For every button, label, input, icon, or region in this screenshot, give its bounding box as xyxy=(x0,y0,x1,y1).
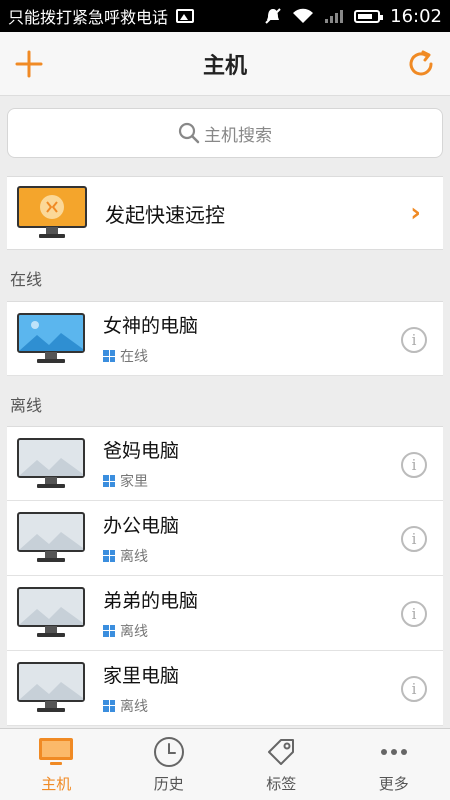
windows-icon xyxy=(103,624,115,637)
windows-icon xyxy=(103,350,115,362)
info-icon[interactable]: i xyxy=(401,601,427,627)
windows-icon xyxy=(103,699,115,712)
host-row[interactable]: 爸妈电脑 家里 i xyxy=(7,426,443,501)
host-status: 在线 xyxy=(120,349,148,365)
status-bar: 只能拨打紧急呼救电话 16:02 xyxy=(0,0,450,32)
status-icons: 16:02 xyxy=(264,6,442,27)
monitor-offline-icon xyxy=(17,512,85,562)
host-row[interactable]: 家里电脑 离线 i xyxy=(7,651,443,726)
monitor-online-icon xyxy=(17,312,85,363)
wifi-icon xyxy=(293,8,314,23)
info-icon[interactable]: i xyxy=(401,327,427,353)
tab-more[interactable]: 更多 xyxy=(338,729,450,800)
section-label-online: 在线 xyxy=(10,270,43,289)
host-row[interactable]: 办公电脑 离线 i xyxy=(7,501,443,576)
bottom-tab-bar: 主机 历史 标签 更多 xyxy=(0,728,450,800)
host-status: 家里 xyxy=(120,474,148,490)
quick-remote-label: 发起快速远控 xyxy=(105,202,225,227)
host-status: 离线 xyxy=(120,623,148,640)
tab-tags[interactable]: 标签 xyxy=(225,729,338,800)
tab-label: 标签 xyxy=(266,775,297,793)
tab-label: 主机 xyxy=(41,775,72,793)
monitor-icon xyxy=(39,738,74,765)
search-icon xyxy=(178,122,200,144)
quick-remote-button[interactable]: 发起快速远控 › xyxy=(7,176,443,250)
clock-time: 16:02 xyxy=(390,5,442,27)
monitor-offline-icon xyxy=(17,437,85,488)
page-title: 主机 xyxy=(202,53,247,79)
section-label-offline: 离线 xyxy=(10,396,43,415)
more-icon xyxy=(380,749,407,755)
carrier-text: 只能拨打紧急呼救电话 xyxy=(8,8,169,27)
host-name: 办公电脑 xyxy=(103,514,180,537)
search-input[interactable]: 主机搜索 xyxy=(7,108,443,158)
monitor-offline-icon xyxy=(17,587,85,637)
tab-history[interactable]: 历史 xyxy=(113,729,226,800)
image-notification-icon xyxy=(176,9,195,23)
host-row[interactable]: 女神的电脑 在线 i xyxy=(7,301,443,376)
tag-icon xyxy=(268,739,295,765)
host-status: 离线 xyxy=(120,548,148,565)
quick-remote-monitor-icon xyxy=(17,186,87,238)
chevron-right-icon: › xyxy=(410,198,421,228)
mute-icon xyxy=(265,8,281,24)
info-icon[interactable]: i xyxy=(401,526,427,552)
info-icon[interactable]: i xyxy=(401,452,427,478)
host-row[interactable]: 弟弟的电脑 离线 i xyxy=(7,576,443,651)
add-icon[interactable] xyxy=(14,49,44,79)
tab-label: 更多 xyxy=(378,775,409,793)
battery-icon xyxy=(354,9,384,23)
host-status: 离线 xyxy=(120,698,148,715)
windows-icon xyxy=(103,475,115,487)
monitor-offline-icon xyxy=(17,662,85,712)
refresh-icon[interactable] xyxy=(406,49,436,79)
tab-hosts[interactable]: 主机 xyxy=(0,729,113,800)
host-name: 家里电脑 xyxy=(103,664,180,687)
tab-label: 历史 xyxy=(153,775,184,793)
signal-icon xyxy=(325,10,344,23)
title-bar: 主机 xyxy=(0,32,450,96)
host-name: 女神的电脑 xyxy=(103,315,199,337)
windows-icon xyxy=(103,549,115,562)
host-name: 爸妈电脑 xyxy=(103,440,180,462)
info-icon[interactable]: i xyxy=(401,676,427,702)
search-placeholder: 主机搜索 xyxy=(204,125,272,146)
clock-icon xyxy=(153,737,184,767)
host-name: 弟弟的电脑 xyxy=(103,589,199,612)
